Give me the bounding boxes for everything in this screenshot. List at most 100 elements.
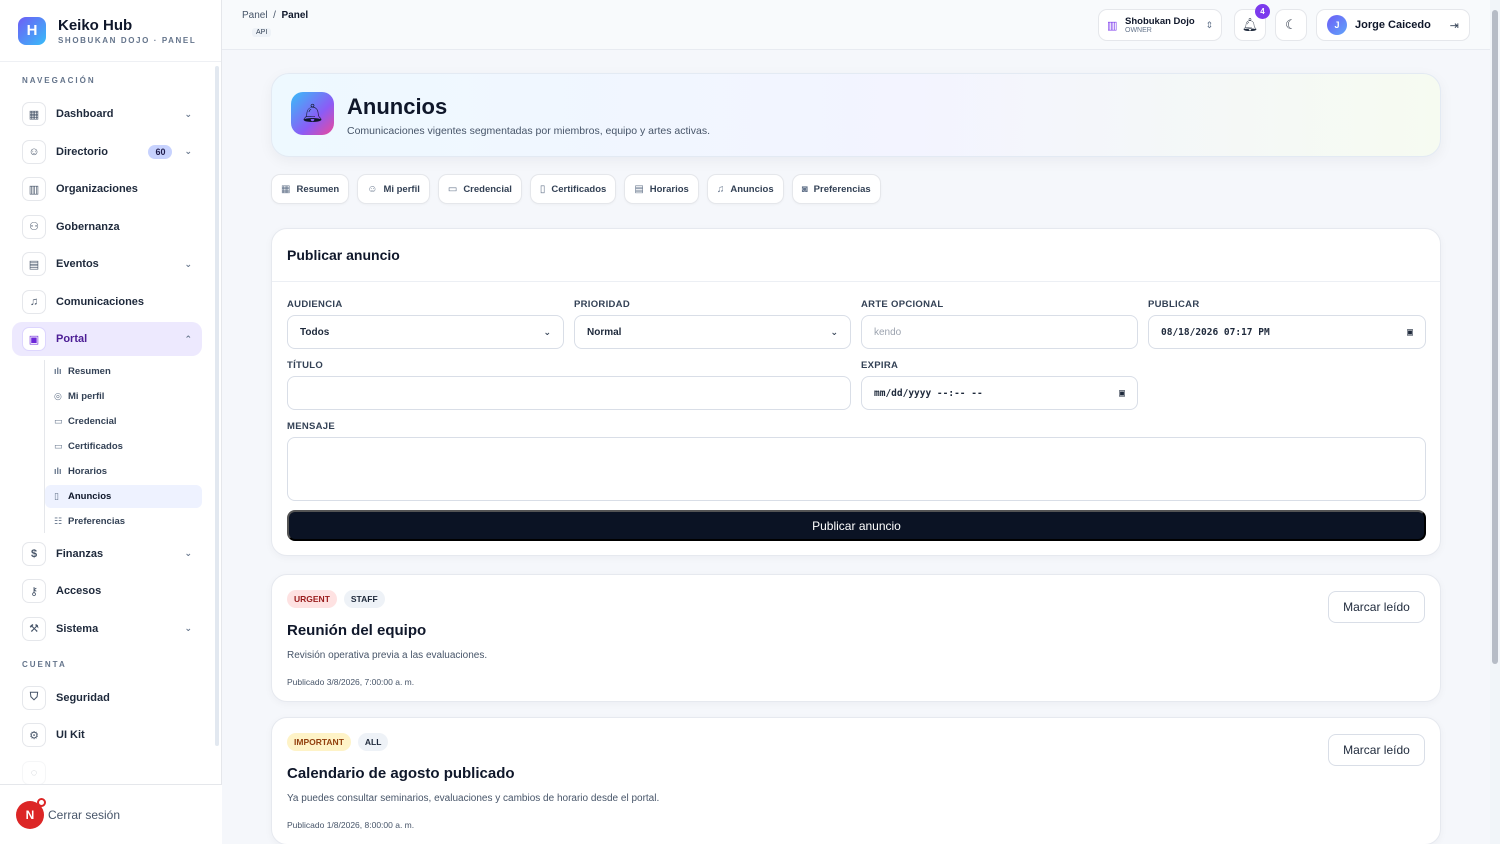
- sidebar-item-gobernanza[interactable]: ⚇ Gobernanza: [12, 210, 202, 244]
- chevron-down-icon: ⌄: [184, 108, 192, 119]
- portal-tabs: ▦ Resumen ☺ Mi perfil ▭ Credencial ▯ Certificad…: [271, 174, 889, 204]
- faded-icon: ◌: [22, 760, 46, 784]
- mark-read-button[interactable]: Marcar leído: [1328, 734, 1425, 766]
- expire-datetime-input[interactable]: mm/dd/yyyy --:-- -- ▣: [861, 376, 1138, 410]
- subnav-item-horarios[interactable]: ılı Horarios: [45, 460, 202, 483]
- tab-icon: ◙: [801, 183, 808, 195]
- message-textarea[interactable]: [287, 437, 1426, 501]
- subnav-item-certificados[interactable]: ▭ Certificados: [45, 435, 202, 458]
- sidebar-item-sistema[interactable]: ⚒ Sistema ⌄: [12, 612, 202, 646]
- notification-count-badge: 4: [1255, 4, 1270, 19]
- notifications-button[interactable]: 🔔︎ 4: [1234, 4, 1270, 41]
- brand-title: Keiko Hub: [58, 16, 133, 34]
- sidebar-item-label: Directorio: [56, 145, 108, 158]
- tab-label: Credencial: [463, 183, 512, 195]
- hierarchy-icon: ⚇: [22, 214, 46, 239]
- mark-read-button[interactable]: Marcar leído: [1328, 591, 1425, 623]
- form-title: Publicar anuncio: [272, 229, 1440, 282]
- org-switcher[interactable]: ▥ Shobukan Dojo OWNER ⇕: [1098, 9, 1222, 41]
- subnav-icon: ▭: [54, 415, 63, 426]
- sidebar-item-accesos[interactable]: ⚷ Accesos: [12, 574, 202, 608]
- subnav-item-preferencias[interactable]: ☷ Preferencias: [45, 510, 202, 533]
- subnav-item-resumen[interactable]: ılı Resumen: [45, 360, 202, 383]
- org-name: Shobukan Dojo: [1125, 16, 1195, 27]
- tab-mi-perfil[interactable]: ☺ Mi perfil: [357, 174, 430, 204]
- announcement-tags: URGENT STAFF: [287, 590, 392, 608]
- sidebar-item-label: Sistema: [56, 622, 99, 635]
- tab-label: Certificados: [551, 183, 607, 195]
- page-title: Anuncios: [347, 94, 448, 119]
- tab-credencial[interactable]: ▭ Credencial: [437, 174, 522, 204]
- sidebar-item-faded: ◌: [12, 756, 202, 784]
- chevron-down-icon: ⌄: [184, 146, 192, 156]
- subnav-icon: ▭: [54, 440, 63, 451]
- breadcrumb-current: Panel: [281, 10, 309, 21]
- publish-datetime-input[interactable]: 08/18/2026 07:17 PM ▣: [1148, 315, 1426, 349]
- breadcrumb-link-panel[interactable]: Panel: [242, 10, 268, 21]
- section-label-navigation: NAVEGACIÓN: [22, 76, 96, 85]
- art-label: ARTE OPCIONAL: [861, 299, 944, 310]
- sidebar-item-portal[interactable]: ▣ Portal ⌃: [12, 322, 202, 356]
- calendar-icon[interactable]: ▣: [1407, 327, 1413, 338]
- priority-badge: STAFF: [343, 590, 385, 608]
- subnav-item-label: Mi perfil: [68, 390, 105, 402]
- tab-preferencias[interactable]: ◙ Preferencias: [791, 174, 881, 204]
- bell-icon: 🔔︎: [291, 92, 334, 135]
- page-subtitle: Comunicaciones vigentes segmentadas por …: [347, 125, 711, 137]
- subnav-item-credencial[interactable]: ▭ Credencial: [45, 410, 202, 433]
- publish-form-card: Publicar anuncio AUDIENCIA Todos ⌄ PRIOR…: [271, 228, 1441, 556]
- user-avatar[interactable]: N: [16, 797, 46, 829]
- sidebar-scrollbar[interactable]: [215, 66, 219, 746]
- message-label: MENSAJE: [287, 421, 336, 432]
- chevron-down-icon: ⌄: [184, 548, 192, 558]
- sidebar-item-eventos[interactable]: ▤ Eventos ⌄: [12, 247, 202, 281]
- art-input[interactable]: kendo: [861, 315, 1138, 349]
- announcement-date: Publicado 1/8/2026, 8:00:00 a. m.: [287, 820, 415, 830]
- subnav-icon: ılı: [54, 366, 62, 376]
- user-menu[interactable]: J Jorge Caicedo ⇥: [1316, 9, 1470, 41]
- logout-button[interactable]: Cerrar sesión: [48, 808, 120, 822]
- announcement-card: URGENT STAFF Reunión del equipo Revisión op…: [271, 574, 1441, 702]
- page-scrollbar[interactable]: [1490, 0, 1500, 844]
- sidebar-item-seguridad[interactable]: ⛉ Seguridad: [12, 681, 202, 715]
- grid-icon: ▦: [22, 102, 46, 126]
- sidebar-item-organizaciones[interactable]: ▥ Organizaciones: [12, 172, 202, 206]
- expire-label: EXPIRA: [861, 360, 899, 371]
- subnav-item-label: Credencial: [68, 415, 117, 427]
- title-input[interactable]: [287, 376, 851, 410]
- subnav-item-anuncios[interactable]: ▯ Anuncios: [45, 484, 202, 508]
- publish-date-label: PUBLICAR: [1148, 299, 1200, 310]
- tab-horarios[interactable]: ▤ Horarios: [624, 174, 699, 204]
- tab-icon: ♫: [716, 183, 725, 195]
- announcement-title: Calendario de agosto publicado: [287, 765, 515, 782]
- priority-badge: URGENT: [287, 590, 337, 608]
- sidebar-item-finanzas[interactable]: $ Finanzas ⌄: [12, 537, 202, 571]
- sidebar-item-ui-kit[interactable]: ⚙ UI Kit: [12, 718, 202, 752]
- announcement-title: Reunión del equipo: [287, 622, 427, 639]
- sidebar: H Keiko Hub SHOBUKAN DOJO · PANEL NAVEGA…: [0, 0, 222, 844]
- topbar: Panel / Panel API ▥ Shobukan Dojo OWNER …: [222, 0, 1490, 50]
- page-scrollbar-thumb[interactable]: [1492, 10, 1498, 664]
- logout-icon[interactable]: ⇥: [1450, 19, 1459, 32]
- sidebar-item-dashboard[interactable]: ▦ Dashboard ⌄: [12, 97, 202, 131]
- sidebar-item-directorio[interactable]: ☺ Directorio 60 ⌄: [12, 135, 202, 169]
- priority-select[interactable]: Normal ⌄: [574, 315, 851, 349]
- calendar-icon: ▤: [22, 252, 46, 276]
- theme-toggle-button[interactable]: ☾: [1275, 9, 1307, 41]
- sidebar-item-comunicaciones[interactable]: ♫ Comunicaciones: [12, 285, 202, 319]
- subnav-item-mi-perfil[interactable]: ◎ Mi perfil: [45, 385, 202, 408]
- tab-anuncios[interactable]: ♫ Anuncios: [706, 174, 784, 204]
- title-label: TÍTULO: [287, 360, 324, 371]
- chevron-updown-icon: ⇕: [1205, 19, 1213, 30]
- tab-resumen[interactable]: ▦ Resumen: [271, 174, 350, 204]
- tab-icon: ▦: [281, 183, 291, 195]
- sidebar-item-label: Finanzas: [56, 547, 104, 560]
- brand[interactable]: H Keiko Hub SHOBUKAN DOJO · PANEL: [0, 0, 221, 62]
- announcement-date: Publicado 3/8/2026, 7:00:00 a. m.: [287, 677, 415, 687]
- publish-button[interactable]: Publicar anuncio: [287, 510, 1426, 541]
- priority-badge: ALL: [357, 733, 389, 751]
- audience-select[interactable]: Todos ⌄: [287, 315, 564, 349]
- calendar-icon[interactable]: ▣: [1119, 388, 1125, 399]
- art-placeholder: kendo: [874, 326, 902, 338]
- tab-certificados[interactable]: ▯ Certificados: [529, 174, 617, 204]
